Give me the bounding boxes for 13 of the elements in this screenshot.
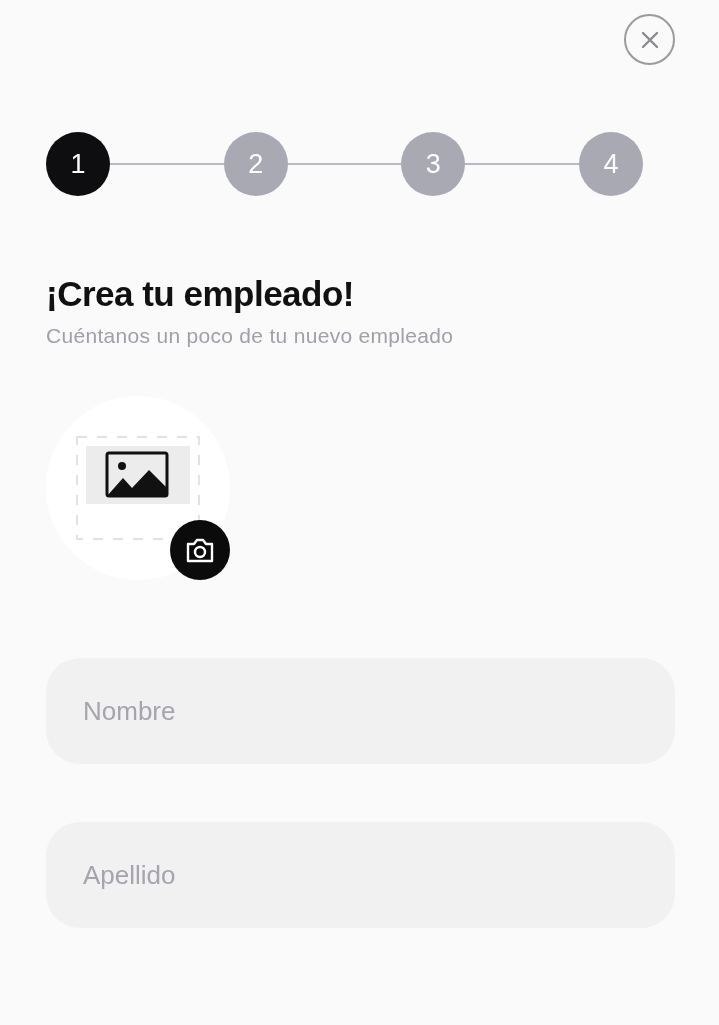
close-icon [639,29,660,50]
close-button[interactable] [624,14,675,65]
step-indicator: 2 [223,132,288,196]
text-field[interactable]: Nombre [46,658,675,764]
page-subtitle: Cuéntanos un poco de tu nuevo empleado [46,324,455,348]
camera-icon [186,537,214,563]
step-indicator: 4 [579,132,643,196]
step-indicator: 3 [401,132,466,196]
camera-button[interactable] [170,520,230,580]
text-field[interactable]: Apellido [46,822,675,928]
step-indicator: 1 [46,132,110,196]
page-title: ¡Crea tu empleado! [46,274,355,314]
image-icon [76,436,200,540]
